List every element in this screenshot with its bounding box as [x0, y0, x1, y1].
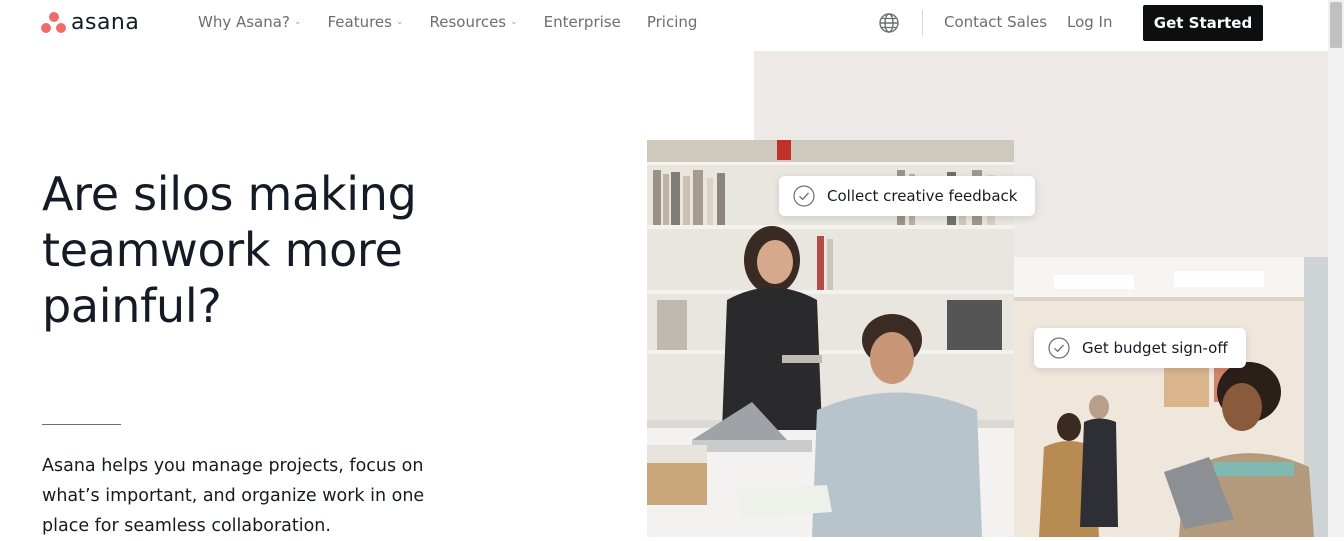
log-in-link[interactable]: Log In — [1067, 13, 1113, 31]
get-started-button[interactable]: Get Started — [1143, 5, 1263, 41]
primary-nav: Why Asana? ⌄ Features ⌄ Resources ⌄ Enterpr… — [198, 13, 723, 31]
nav-why-asana[interactable]: Why Asana? ⌄ — [198, 13, 301, 31]
hero-description: Asana helps you manage projects, focus o… — [42, 456, 425, 536]
task-card-label: Get budget sign-off — [1082, 339, 1228, 357]
nav-divider — [922, 10, 923, 36]
asana-logo-mark — [41, 12, 67, 34]
task-card-label: Collect creative feedback — [827, 187, 1018, 205]
page-scrollbar[interactable] — [1328, 0, 1344, 537]
top-nav: asana Why Asana? ⌄ Features ⌄ Resources ⌄ E… — [0, 0, 1328, 46]
task-card-collect-feedback[interactable]: Collect creative feedback — [779, 176, 1036, 216]
nav-features[interactable]: Features ⌄ — [327, 13, 403, 31]
globe-icon[interactable] — [878, 12, 900, 34]
scrollbar-thumb[interactable] — [1330, 2, 1342, 48]
nav-enterprise[interactable]: Enterprise — [544, 13, 621, 31]
check-circle-icon — [1048, 337, 1070, 359]
check-circle-icon — [793, 185, 815, 207]
asana-wordmark: asana — [71, 10, 140, 35]
contact-sales-link[interactable]: Contact Sales — [944, 13, 1047, 31]
chevron-down-icon: ⌄ — [293, 17, 302, 27]
chevron-down-icon: ⌄ — [395, 17, 404, 27]
task-card-budget-signoff[interactable]: Get budget sign-off — [1034, 328, 1246, 368]
office-photo-laptop-worker — [1014, 257, 1328, 537]
nav-resources[interactable]: Resources ⌄ — [430, 13, 518, 31]
workspace-scene-illustration — [1014, 257, 1328, 537]
asana-logo[interactable]: asana — [41, 11, 139, 35]
hero-divider — [42, 424, 121, 425]
hero-title: Are silos making teamwork more painful? — [42, 167, 417, 333]
nav-pricing[interactable]: Pricing — [647, 13, 698, 31]
chevron-down-icon: ⌄ — [510, 17, 518, 27]
